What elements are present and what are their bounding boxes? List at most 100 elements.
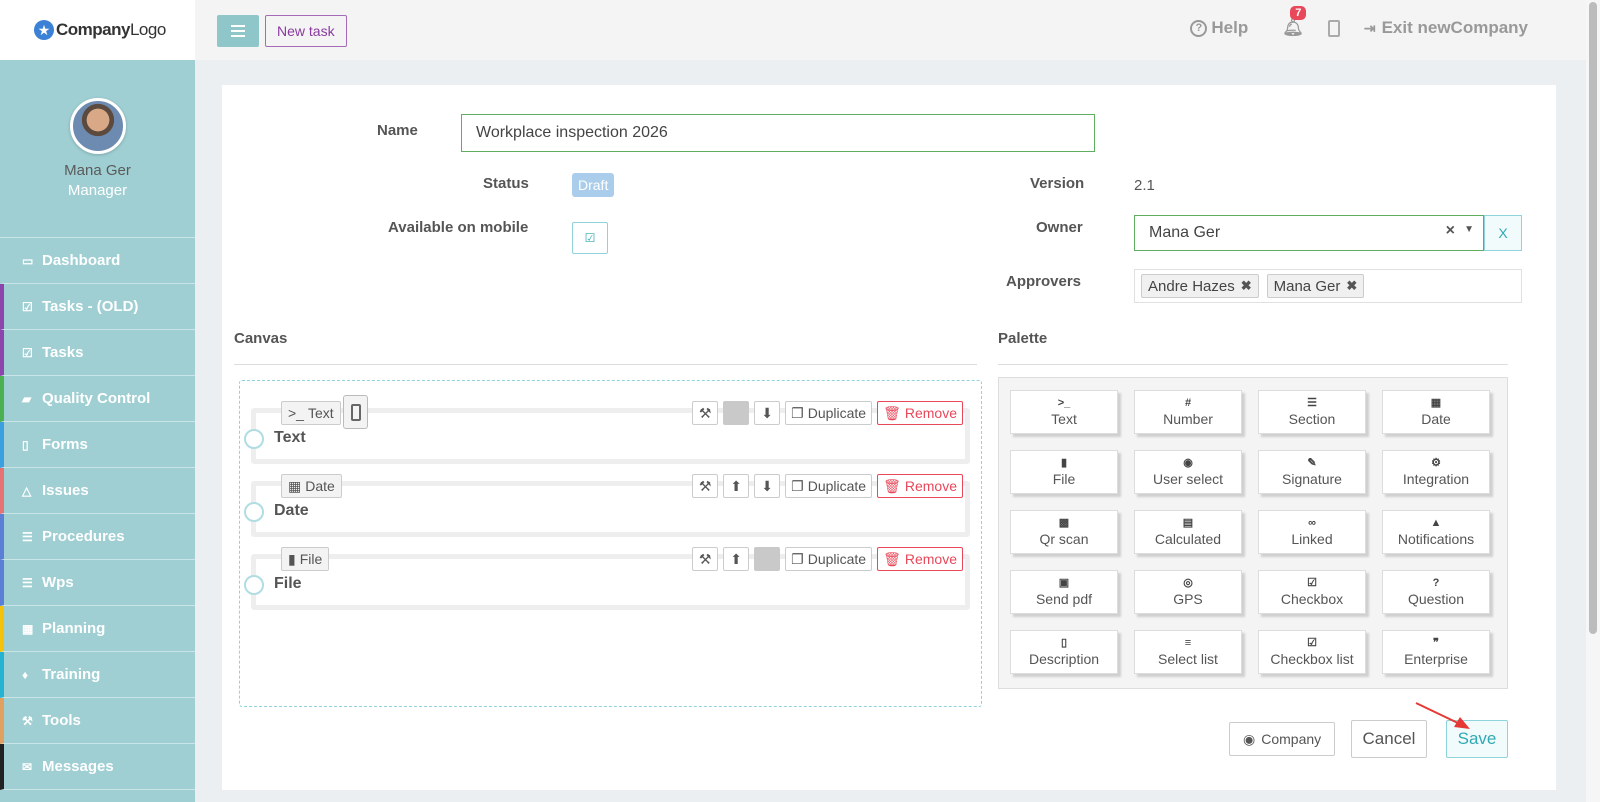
trash-icon: 🗑︎ (883, 404, 901, 421)
quote-icon: ❞ (1433, 637, 1439, 649)
calendar-icon: ▦ (1430, 397, 1442, 409)
calculator-icon: ▤ (1182, 517, 1194, 529)
scrollbar-thumb[interactable] (1589, 2, 1597, 634)
notifications-button[interactable]: 🔔︎ 7 (1282, 6, 1307, 38)
canvas-field-date[interactable]: ▦ Date Date ⚒ ⬆ ⬇ ❐ Duplicate 🗑︎ Remove (244, 474, 970, 537)
sidebar-item-procedures[interactable]: ☰ Procedures (0, 514, 195, 560)
help-link[interactable]: ? Help (1190, 18, 1248, 38)
move-down-button[interactable]: ⬇ (754, 474, 781, 498)
palette-item-integration[interactable]: ⚙ Integration (1382, 450, 1490, 494)
remove-button[interactable]: 🗑︎ Remove (877, 401, 963, 425)
sidebar-item-issues[interactable]: △ Issues (0, 468, 195, 514)
sidebar-item-messages[interactable]: ✉ Messages (0, 744, 195, 790)
chevron-down-icon[interactable]: ▼ (1464, 224, 1474, 235)
move-up-button[interactable]: ⬆ (723, 547, 750, 571)
palette-item-file[interactable]: ▮ File (1010, 450, 1118, 494)
clear-icon[interactable]: × (1446, 222, 1455, 240)
sidebar-item-planning[interactable]: ▦ Planning (0, 606, 195, 652)
sidebar-item-tasks[interactable]: ☑ Tasks (0, 330, 195, 376)
remove-button[interactable]: 🗑︎ Remove (877, 547, 963, 571)
sidebar-item-forms[interactable]: ▯ Forms (0, 422, 195, 468)
palette-item-send-pdf[interactable]: ▣ Send pdf (1010, 570, 1118, 614)
palette-item-notifications[interactable]: ▲ Notifications (1382, 510, 1490, 554)
approvers-input[interactable]: Andre Hazes ✖ Mana Ger ✖ (1134, 269, 1522, 303)
palette-item-select-list[interactable]: ≡ Select list (1134, 630, 1242, 674)
duplicate-button[interactable]: ❐ Duplicate (785, 547, 873, 571)
settings-button[interactable]: ⚒ (692, 474, 719, 498)
canvas-field-file[interactable]: ▮ File File ⚒ ⬆ ❐ Duplicate 🗑︎ Remove (244, 547, 970, 610)
duplicate-button[interactable]: ❐ Duplicate (785, 401, 873, 425)
user-role: Manager (67, 182, 128, 199)
palette-item-checkbox[interactable]: ☑ Checkbox (1258, 570, 1366, 614)
status-badge: Draft (572, 173, 615, 197)
new-task-button[interactable]: New task (265, 15, 347, 47)
calendar-icon: ▦ (22, 621, 34, 636)
palette-item-signature[interactable]: ✎ Signature (1258, 450, 1366, 494)
canvas-dropzone[interactable]: >_ Text Text ⚒ ⬇ ❐ Duplicate 🗑︎ Remove ▦ Dat… (239, 380, 982, 707)
duplicate-button[interactable]: ❐ Duplicate (785, 474, 873, 498)
palette-item-section[interactable]: ☰ Section (1258, 390, 1366, 434)
available-on-mobile-label: Available on mobile (388, 219, 529, 236)
palette-item-qr-scan[interactable]: ▩ Qr scan (1010, 510, 1118, 554)
menu-toggle-button[interactable] (217, 15, 259, 47)
sidebar-item-tasks-old[interactable]: ☑ Tasks - (OLD) (0, 284, 195, 330)
palette-item-user-select[interactable]: ◉ User select (1134, 450, 1242, 494)
settings-button[interactable]: ⚒ (692, 547, 719, 571)
remove-chip-icon[interactable]: ✖ (1346, 278, 1357, 294)
palette-item-linked[interactable]: ∞ Linked (1258, 510, 1366, 554)
mobile-icon[interactable] (1327, 19, 1340, 37)
arrow-up-icon: ⬆ (730, 477, 742, 494)
field-radio[interactable] (244, 575, 264, 595)
move-up-button-disabled (723, 401, 750, 425)
wrench-icon: ⚒ (698, 550, 712, 567)
field-toolbar: ⚒ ⬇ ❐ Duplicate 🗑︎ Remove (692, 401, 963, 425)
sidebar-item-tools[interactable]: ⚒ Tools (0, 698, 195, 744)
move-down-button-disabled (754, 547, 781, 571)
qrcode-icon: ▩ (1058, 517, 1070, 529)
sidebar-item-training[interactable]: ♦ Training (0, 652, 195, 698)
available-on-mobile-checkbox[interactable]: ☑ (572, 222, 608, 254)
check-square-icon: ☑ (22, 345, 33, 360)
owner-select[interactable]: Mana Ger × ▼ (1134, 215, 1484, 251)
palette-item-date[interactable]: ▦ Date (1382, 390, 1490, 434)
palette-item-text[interactable]: >_ Text (1010, 390, 1118, 434)
pen-square-icon: ✎ (1307, 457, 1317, 469)
terminal-icon: >_ (288, 405, 304, 421)
palette-item-checkbox-list[interactable]: ☑ Checkbox list (1258, 630, 1366, 674)
palette-item-calculated[interactable]: ▤ Calculated (1134, 510, 1242, 554)
move-up-button[interactable]: ⬆ (723, 474, 750, 498)
palette-item-gps[interactable]: ◎ GPS (1134, 570, 1242, 614)
sidebar-item-wps[interactable]: ☰ Wps (0, 560, 195, 606)
bell-icon: ▲ (1430, 517, 1442, 529)
owner-clear-button[interactable]: X (1484, 215, 1522, 251)
settings-button[interactable]: ⚒ (692, 401, 719, 425)
remove-button[interactable]: 🗑︎ Remove (877, 474, 963, 498)
field-type-tag: >_ Text (281, 401, 341, 425)
monitor-icon: ▭ (22, 253, 34, 268)
sidebar-item-dashboard[interactable]: ▭ Dashboard (0, 238, 195, 284)
trash-icon: 🗑︎ (883, 477, 901, 494)
palette-item-number[interactable]: # Number (1134, 390, 1242, 434)
notification-count-badge: 7 (1290, 6, 1307, 20)
field-type-tag: ▮ File (281, 547, 330, 571)
name-input[interactable]: Workplace inspection 2026 (461, 114, 1095, 152)
palette-item-enterprise[interactable]: ❞ Enterprise (1382, 630, 1490, 674)
company-visibility-button[interactable]: ◉ Company (1229, 722, 1336, 756)
field-radio[interactable] (244, 429, 264, 449)
question-icon: ? (1190, 19, 1208, 37)
owner-label: Owner (1036, 219, 1083, 236)
avatar[interactable] (69, 98, 126, 154)
field-toolbar: ⚒ ⬆ ⬇ ❐ Duplicate 🗑︎ Remove (692, 474, 963, 498)
sidebar-item-quality-control[interactable]: ▰ Quality Control (0, 376, 195, 422)
palette-item-question[interactable]: ? Question (1382, 570, 1490, 614)
exit-company-link[interactable]: ⇥ Exit newCompany (1364, 18, 1528, 38)
palette-item-description[interactable]: ▯ Description (1010, 630, 1118, 674)
canvas-field-text[interactable]: >_ Text Text ⚒ ⬇ ❐ Duplicate 🗑︎ Remove (244, 395, 970, 464)
remove-chip-icon[interactable]: ✖ (1241, 278, 1252, 294)
company-logo[interactable]: ★ CompanyLogo (0, 0, 195, 60)
mobile-toggle-button[interactable] (343, 395, 368, 429)
file-text-icon: ▯ (1060, 637, 1068, 649)
page-scrollbar[interactable] (1586, 0, 1600, 802)
field-radio[interactable] (244, 502, 264, 522)
move-down-button[interactable]: ⬇ (754, 401, 781, 425)
